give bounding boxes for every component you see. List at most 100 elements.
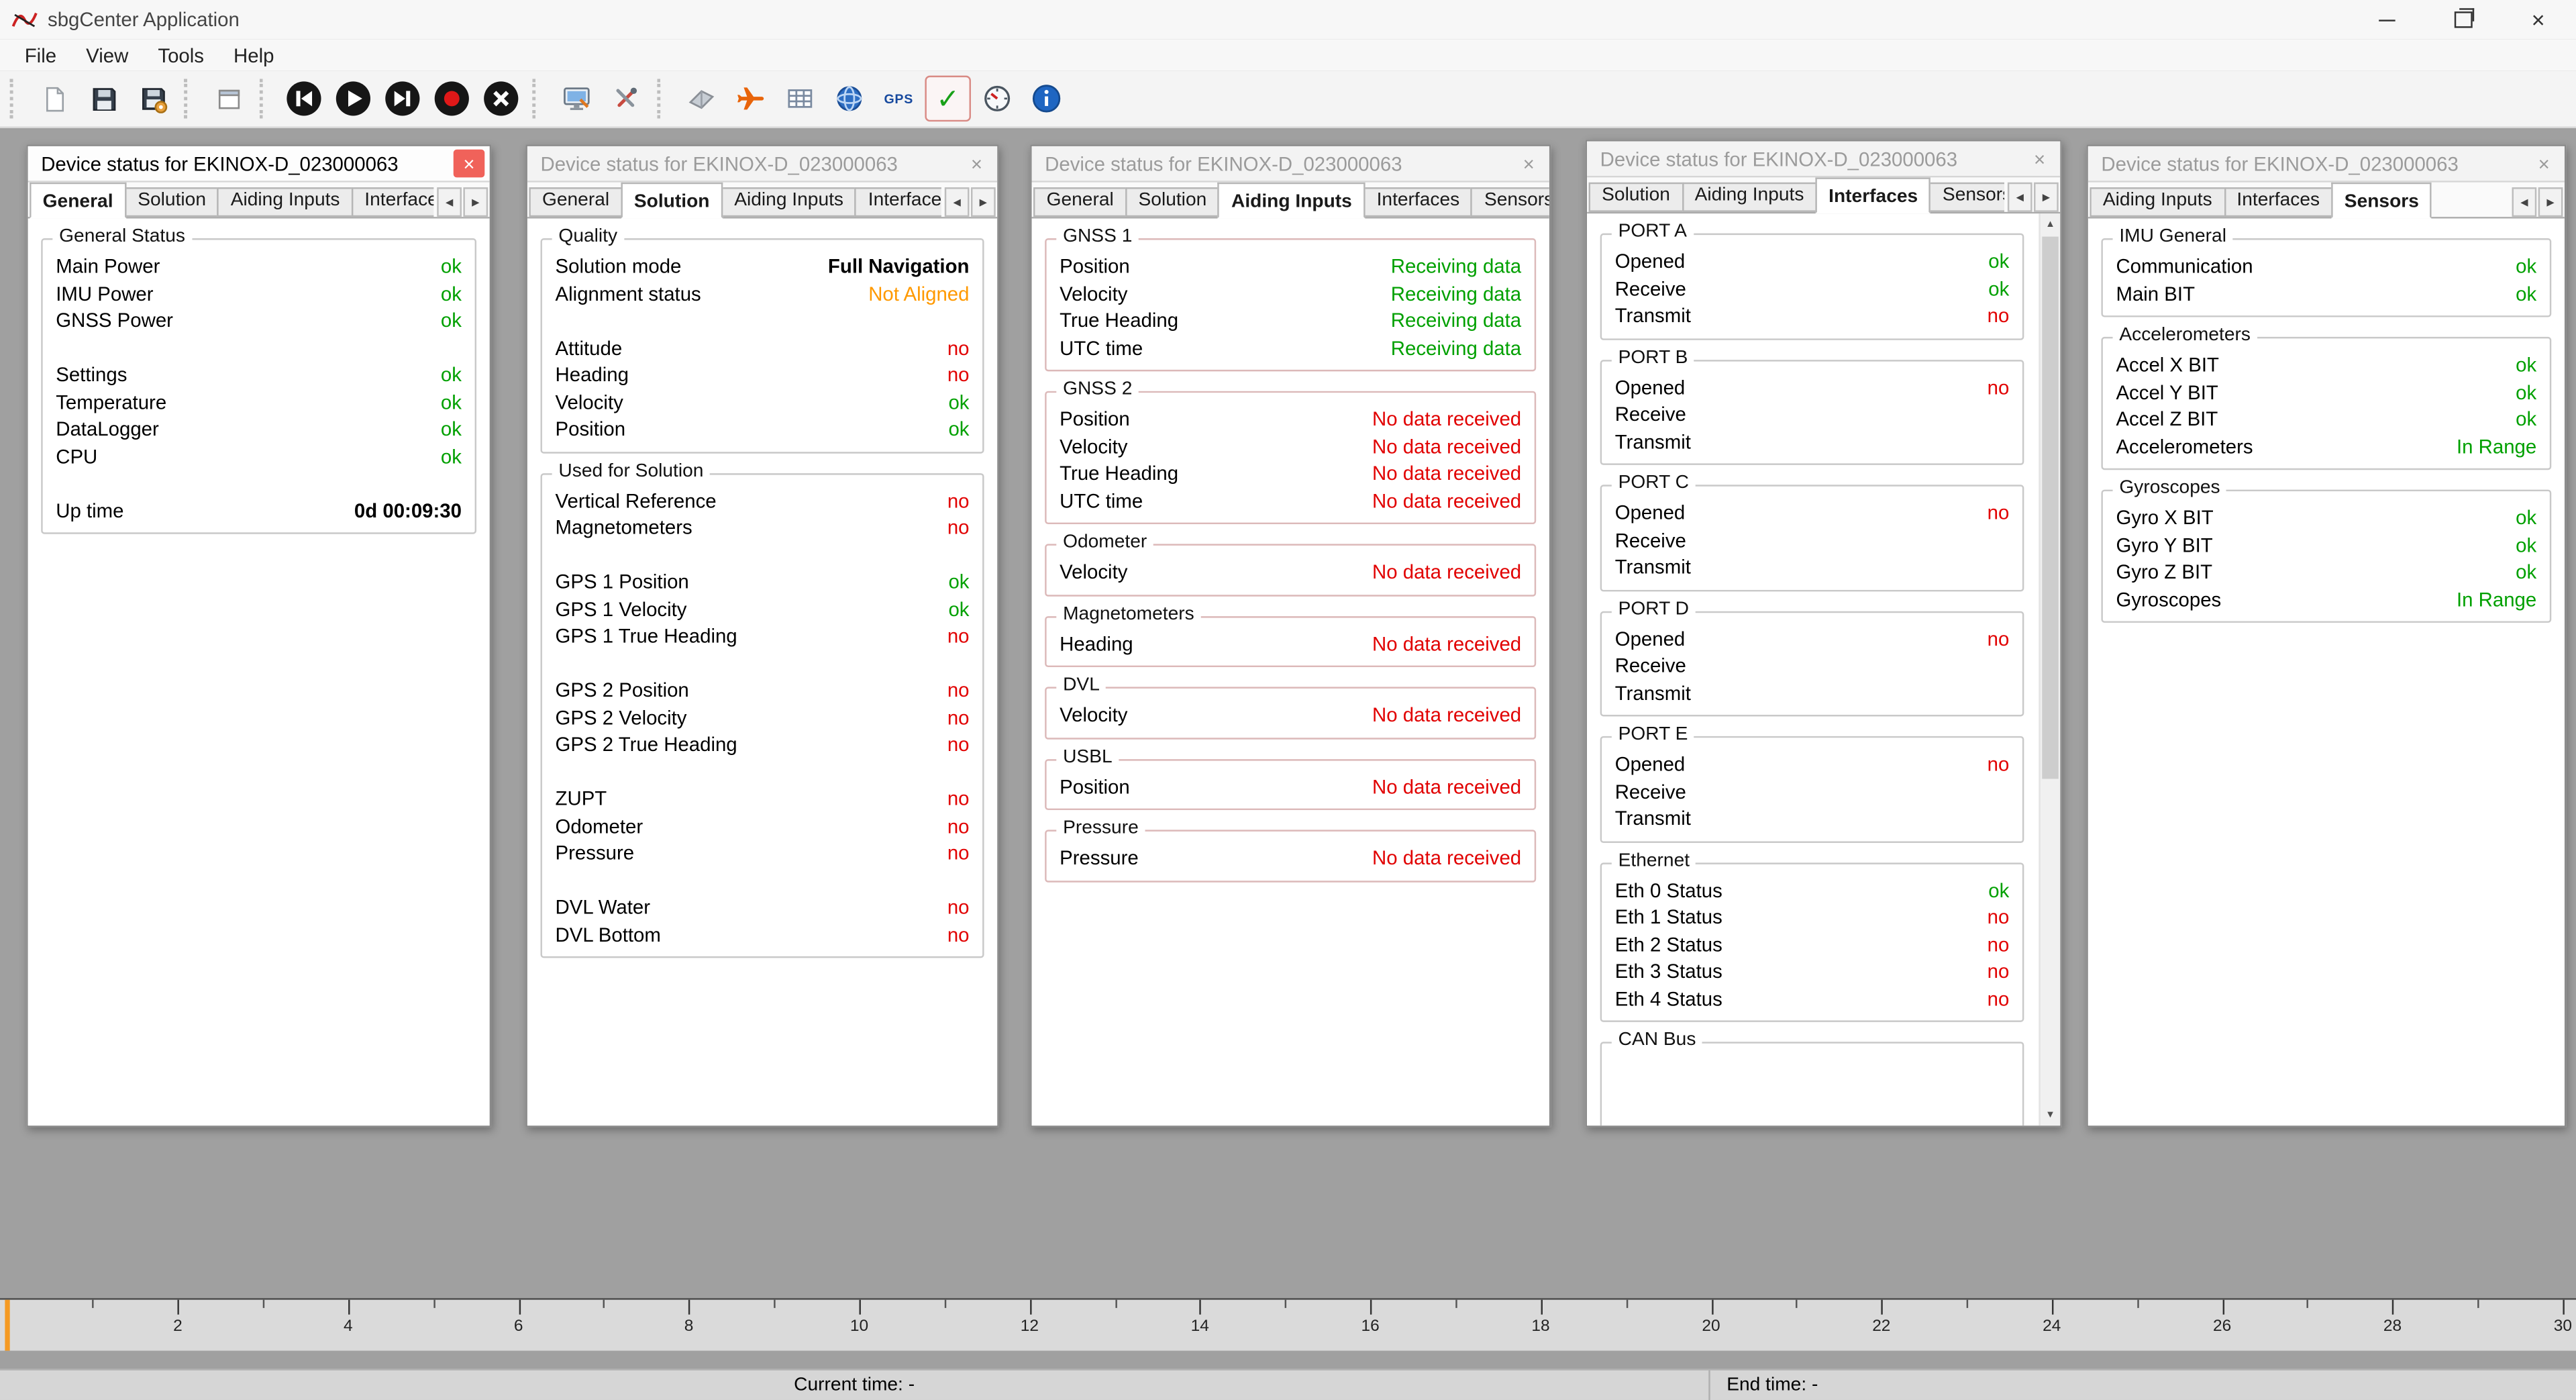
status-value: In Range <box>2457 435 2536 458</box>
ruler-tick-label: 4 <box>344 1318 353 1336</box>
panel-titlebar[interactable]: Device status for EKINOX-D_023000063× <box>527 146 997 183</box>
panel-close-button[interactable]: × <box>454 150 485 178</box>
skip-to-start-button[interactable] <box>281 76 327 122</box>
skip-to-end-button[interactable] <box>380 76 426 122</box>
play-button[interactable] <box>330 76 376 122</box>
status-row: GPS 2 True Headingno <box>556 732 970 758</box>
tab-scroll-left-button[interactable]: ◀ <box>945 187 970 217</box>
ruler-tick <box>2393 1300 2394 1315</box>
vertical-scrollbar[interactable]: ▲▼ <box>2039 213 2060 1126</box>
status-value: No data received <box>1372 704 1521 727</box>
toolbar-grip[interactable] <box>532 79 546 119</box>
maximize-button[interactable] <box>2425 0 2501 40</box>
panel-titlebar[interactable]: Device status for EKINOX-D_023000063× <box>28 146 490 183</box>
tab-aiding-inputs[interactable]: Aiding Inputs <box>721 187 857 217</box>
panel-close-button[interactable]: × <box>2024 144 2055 172</box>
scrollbar-thumb[interactable] <box>2042 237 2058 779</box>
status-value: ok <box>2516 507 2536 530</box>
group-title: PORT D <box>1612 599 1696 618</box>
toolbar-grip[interactable] <box>657 79 670 119</box>
tab-scroll-right-button[interactable]: ▶ <box>463 187 488 217</box>
tab-interfaces[interactable]: Interfaces <box>1363 187 1473 217</box>
timeline-ruler[interactable]: 24681012141618202224262830 <box>0 1298 2576 1350</box>
tab-solution[interactable]: Solution <box>621 183 723 219</box>
panel-close-button[interactable]: × <box>1513 150 1545 178</box>
ruler-tick-label: 18 <box>1531 1318 1549 1336</box>
group-title: USBL <box>1056 747 1119 766</box>
panel-titlebar[interactable]: Device status for EKINOX-D_023000063× <box>2088 146 2565 183</box>
menu-tools[interactable]: Tools <box>143 40 219 71</box>
gps-view-button[interactable]: GPS <box>876 76 922 122</box>
status-row: PositionNo data received <box>1060 406 1521 433</box>
clock-view-button[interactable] <box>974 76 1021 122</box>
minimize-button[interactable] <box>2349 0 2425 40</box>
status-row: Gyro X BITok <box>2116 505 2536 532</box>
save-button[interactable] <box>81 76 127 122</box>
view-3d-button[interactable] <box>678 76 725 122</box>
status-row: Pressureno <box>556 840 970 866</box>
tab-solution[interactable]: Solution <box>1125 187 1220 217</box>
status-label: Alignment status <box>556 283 701 305</box>
stop-button[interactable] <box>478 76 524 122</box>
tab-aiding-inputs[interactable]: Aiding Inputs <box>1218 183 1365 219</box>
scroll-up-button[interactable]: ▲ <box>2041 213 2060 235</box>
tab-general[interactable]: General <box>1033 187 1127 217</box>
scroll-down-button[interactable]: ▼ <box>2041 1104 2060 1126</box>
tab-general[interactable]: General <box>529 187 622 217</box>
tab-aiding-inputs[interactable]: Aiding Inputs <box>2090 187 2225 217</box>
row-spacer <box>56 470 462 497</box>
navigation-view-button[interactable] <box>728 76 774 122</box>
web-view-button[interactable] <box>827 76 873 122</box>
export-window-button[interactable] <box>205 76 252 122</box>
status-row: PressureNo data received <box>1060 844 1521 871</box>
tab-aiding-inputs[interactable]: Aiding Inputs <box>217 187 353 217</box>
toolbar-grip[interactable] <box>260 79 273 119</box>
toolbar-grip[interactable] <box>10 79 23 119</box>
toolbar-grip[interactable] <box>184 79 197 119</box>
tab-sensors[interactable]: Sensors <box>2331 183 2432 219</box>
panel-close-button[interactable]: × <box>961 150 992 178</box>
tab-solution[interactable]: Solution <box>125 187 219 217</box>
tab-scroll-right-button[interactable]: ▶ <box>2538 187 2563 217</box>
tab-general[interactable]: General <box>30 183 126 219</box>
status-value: Not Aligned <box>868 283 969 305</box>
panel-close-button[interactable]: × <box>2528 150 2560 178</box>
device-settings-button[interactable] <box>554 76 600 122</box>
record-button[interactable] <box>429 76 475 122</box>
grid-view-button[interactable] <box>777 76 823 122</box>
tab-scroll-left-button[interactable]: ◀ <box>437 187 462 217</box>
row-spacer <box>556 867 970 894</box>
status-label: Odometer <box>556 815 643 838</box>
timeline-cursor[interactable] <box>5 1300 9 1351</box>
tab-interfaces[interactable]: Interfaces <box>1816 177 1931 213</box>
device-status-button[interactable]: ✓ <box>925 76 971 122</box>
panel-tabbar: GeneralSolutionAiding InputsInterfaces◀▶ <box>28 183 490 219</box>
status-value: ok <box>2516 354 2536 377</box>
about-button[interactable] <box>1023 76 1070 122</box>
status-value: No data received <box>1372 847 1521 870</box>
tab-sensors[interactable]: Sensors <box>1471 187 1549 217</box>
menu-help[interactable]: Help <box>219 40 289 71</box>
save-settings-button[interactable] <box>130 76 176 122</box>
tab-interfaces[interactable]: Interfaces <box>352 187 434 217</box>
status-label: Accel X BIT <box>2116 354 2218 377</box>
tab-interfaces[interactable]: Interfaces <box>2224 187 2333 217</box>
device-status-panel-4: Device status for EKINOX-D_023000063× Sol… <box>1586 140 2062 1127</box>
tab-aiding-inputs[interactable]: Aiding Inputs <box>1682 183 1817 212</box>
menu-view[interactable]: View <box>71 40 143 71</box>
close-button[interactable]: × <box>2500 0 2576 40</box>
tab-solution[interactable]: Solution <box>1589 183 1684 212</box>
panel-titlebar[interactable]: Device status for EKINOX-D_023000063× <box>1032 146 1549 183</box>
tab-scroll-right-button[interactable]: ▶ <box>971 187 996 217</box>
tab-scroll-right-button[interactable]: ▶ <box>2034 183 2059 212</box>
tab-sensors[interactable]: Sensors <box>1929 183 2004 212</box>
panel-titlebar[interactable]: Device status for EKINOX-D_023000063× <box>1587 142 2060 178</box>
tab-interfaces[interactable]: Interfaces <box>855 187 941 217</box>
tab-scroll-left-button[interactable]: ◀ <box>2512 187 2537 217</box>
new-file-button[interactable] <box>32 76 78 122</box>
tab-scroll-left-button[interactable]: ◀ <box>2008 183 2032 212</box>
menu-file[interactable]: File <box>10 40 71 71</box>
group-title: Magnetometers <box>1056 604 1200 623</box>
tools-button[interactable] <box>603 76 650 122</box>
status-row: Headingno <box>556 362 970 389</box>
